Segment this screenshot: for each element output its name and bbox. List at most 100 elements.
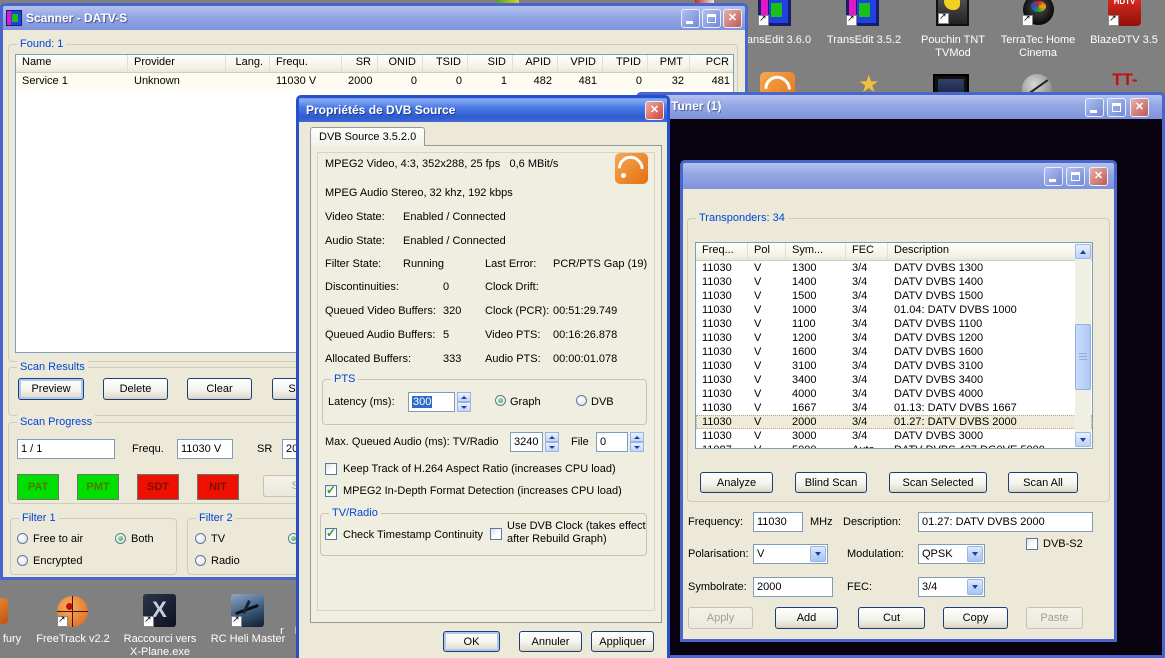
close-button[interactable] — [645, 101, 664, 120]
desktop-icon-label[interactable]: TerraTec Home — [993, 34, 1083, 46]
column-header[interactable]: FEC — [846, 243, 888, 260]
cancel-button[interactable]: Annuler — [519, 631, 582, 652]
max-audio-file-input[interactable]: 0 — [596, 432, 628, 452]
preview-button[interactable]: Preview — [18, 378, 84, 400]
desktop-icon-label[interactable]: Pouchin TNT — [908, 34, 998, 46]
column-header[interactable]: TPID — [603, 55, 648, 72]
column-header[interactable]: Freq... — [696, 243, 748, 260]
copy-button[interactable]: Copy — [943, 607, 1008, 629]
fec-select[interactable]: 3/4 — [918, 577, 985, 597]
column-header[interactable]: Name — [16, 55, 128, 72]
frequency-input[interactable]: 11030 — [753, 512, 803, 532]
desktop-icon-label[interactable]: TVMod — [908, 47, 998, 59]
column-header[interactable]: VPID — [558, 55, 603, 72]
transponder-row[interactable]: 11030 V 1500 3/4 DATV DVBS 1500 — [696, 289, 1092, 303]
transponder-row[interactable]: 11030 V 1100 3/4 DATV DVBS 1100 — [696, 317, 1092, 331]
transponder-list[interactable]: Freq...PolSym...FECDescription 11030 V 1… — [695, 242, 1093, 449]
scan-selected-button[interactable]: Scan Selected — [889, 472, 987, 493]
desktop-icon-label[interactable]: X-Plane.exe — [115, 646, 205, 658]
delete-button[interactable]: Delete — [103, 378, 168, 400]
close-button[interactable] — [723, 9, 742, 28]
scroll-down-button[interactable] — [1075, 432, 1091, 447]
latency-input[interactable]: 300 — [408, 392, 455, 412]
transponder-row[interactable]: 11030 V 3100 3/4 DATV DVBS 3100 — [696, 359, 1092, 373]
desktop-icon-label[interactable]: FreeTrack v2.2 — [27, 633, 119, 645]
column-header[interactable]: ONID — [378, 55, 423, 72]
option-checkbox-row[interactable]: MPEG2 In-Depth Format Detection (increas… — [325, 480, 622, 502]
transponder-row[interactable]: 11030 V 2000 3/4 01.27: DATV DVBS 2000 — [696, 415, 1092, 429]
chevron-down-icon[interactable] — [967, 579, 983, 595]
graph-radio[interactable] — [495, 395, 506, 406]
column-header[interactable]: Pol — [748, 243, 786, 260]
max-audio-tv-spinner[interactable] — [545, 432, 559, 452]
add-button[interactable]: Add — [775, 607, 838, 629]
transponder-row[interactable]: 11030 V 1667 3/4 01.13: DATV DVBS 1667 — [696, 401, 1092, 415]
dvb-clock-checkbox[interactable] — [490, 528, 502, 540]
desktop-icon-label[interactable]: Raccourci vers — [115, 633, 205, 645]
dvbs2-checkbox[interactable] — [1026, 538, 1038, 550]
transponder-titlebar[interactable] — [683, 163, 1114, 189]
apply-button[interactable]: Apply — [688, 607, 753, 629]
desktop-icon-label[interactable]: TransEdit 3.5.2 — [818, 34, 910, 46]
timestamp-checkbox[interactable] — [325, 528, 337, 540]
transponder-row[interactable]: 11030 V 1300 3/4 DATV DVBS 1300 — [696, 261, 1092, 275]
description-input[interactable]: 01.27: DATV DVBS 2000 — [918, 512, 1093, 532]
option-checkbox-row[interactable]: Keep Track of H.264 Aspect Ratio (increa… — [325, 458, 622, 480]
encrypted-radio[interactable] — [17, 555, 28, 566]
chevron-down-icon[interactable] — [810, 546, 826, 562]
column-header[interactable]: PCR — [690, 55, 734, 72]
column-header[interactable]: Sym... — [786, 243, 846, 260]
scroll-up-button[interactable] — [1075, 244, 1091, 259]
desktop-icon-label[interactable]: Cinema — [993, 47, 1083, 59]
scrollbar-thumb[interactable] — [1075, 324, 1091, 390]
free-to-air-radio[interactable] — [17, 533, 28, 544]
column-header[interactable]: TSID — [423, 55, 468, 72]
scanner-titlebar[interactable]: Scanner - DATV-S — [3, 6, 745, 30]
service-row[interactable]: Service 1 Unknown 11030 V 2000 0 0 1 482… — [16, 73, 733, 89]
cut-button[interactable]: Cut — [858, 607, 925, 629]
cut-off-icon[interactable] — [0, 598, 8, 624]
checkbox-icon[interactable] — [325, 485, 337, 497]
symbolrate-input[interactable]: 2000 — [753, 577, 833, 597]
minimize-button[interactable] — [1044, 167, 1063, 186]
dialog-titlebar[interactable]: Propriétés de DVB Source — [299, 98, 667, 122]
polarisation-select[interactable]: V — [753, 544, 828, 564]
both-radio[interactable] — [115, 533, 126, 544]
transponder-row[interactable]: 11030 V 1400 3/4 DATV DVBS 1400 — [696, 275, 1092, 289]
tuner-titlebar[interactable]: Tuner (1) — [639, 95, 1162, 119]
column-header[interactable]: Description — [888, 243, 1092, 260]
column-header[interactable]: Provider — [128, 55, 226, 72]
frequ-field[interactable]: 11030 V — [177, 439, 233, 459]
maximize-button[interactable] — [702, 9, 721, 28]
paste-button[interactable]: Paste — [1026, 607, 1083, 629]
desktop-icon-label[interactable]: BlazeDTV 3.5 — [1083, 34, 1165, 46]
max-audio-file-spinner[interactable] — [630, 432, 644, 452]
tt-logo-icon[interactable]: TT- — [1112, 70, 1138, 90]
minimize-button[interactable] — [1085, 98, 1104, 117]
analyze-button[interactable]: Analyze — [700, 472, 773, 493]
ok-button[interactable]: OK — [443, 631, 500, 652]
transponder-row[interactable]: 11030 V 4000 3/4 DATV DVBS 4000 — [696, 387, 1092, 401]
column-header[interactable]: Lang. — [226, 55, 270, 72]
radio-radio[interactable] — [195, 555, 206, 566]
clear-button[interactable]: Clear — [187, 378, 252, 400]
column-header[interactable]: SR — [342, 55, 378, 72]
column-header[interactable]: APID — [513, 55, 558, 72]
latency-spinner[interactable] — [457, 392, 471, 412]
tv-radio[interactable] — [195, 533, 206, 544]
transponder-row[interactable]: 11030 V 3400 3/4 DATV DVBS 3400 — [696, 373, 1092, 387]
close-button[interactable] — [1130, 98, 1149, 117]
modulation-select[interactable]: QPSK — [918, 544, 985, 564]
transponder-row[interactable]: 11030 V 1000 3/4 01.04: DATV DVBS 1000 — [696, 303, 1092, 317]
column-header[interactable]: SID — [468, 55, 513, 72]
minimize-button[interactable] — [681, 9, 700, 28]
scan-all-button[interactable]: Scan All — [1008, 472, 1078, 493]
apply-button[interactable]: Appliquer — [591, 631, 654, 652]
column-header[interactable]: Frequ. — [270, 55, 342, 72]
transponder-row[interactable]: 11030 V 1200 3/4 DATV DVBS 1200 — [696, 331, 1092, 345]
chevron-down-icon[interactable] — [967, 546, 983, 562]
maximize-button[interactable] — [1107, 98, 1126, 117]
max-audio-tv-input[interactable]: 3240 — [510, 432, 543, 452]
blind-scan-button[interactable]: Blind Scan — [795, 472, 867, 493]
tab-dvb-source[interactable]: DVB Source 3.5.2.0 — [310, 127, 425, 146]
